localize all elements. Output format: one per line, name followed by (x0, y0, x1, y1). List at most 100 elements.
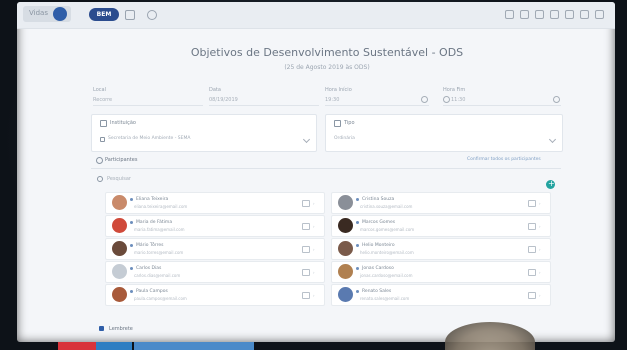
hora-inicio-underline (325, 105, 429, 106)
participant-card[interactable]: Eliana Teixeira eliana.teixeira@email.com… (105, 192, 325, 214)
hora-fim-field[interactable]: 11:30 (451, 97, 465, 103)
edit-icon[interactable] (528, 292, 536, 299)
checkbox-icon[interactable] (100, 137, 105, 142)
chevron-right-icon[interactable]: › (539, 201, 541, 206)
status-dot (130, 198, 133, 201)
clock-icon[interactable] (421, 96, 428, 103)
chevron-down-icon[interactable] (548, 135, 557, 144)
hora-inicio-field[interactable]: 19:30 (325, 97, 339, 103)
menu-icon[interactable] (595, 10, 604, 19)
chat-icon[interactable] (535, 10, 544, 19)
participant-card[interactable]: Mário Tôrres mario.torres@email.com › (105, 238, 325, 260)
search-input[interactable]: Pesquisar (107, 176, 131, 182)
avatar (338, 264, 353, 279)
edit-icon[interactable] (528, 200, 536, 207)
divider (91, 168, 561, 169)
chevron-right-icon[interactable]: › (539, 224, 541, 229)
edit-icon[interactable] (302, 246, 310, 253)
participant-card[interactable]: Maria de Fátima maria.fatima@email.com › (105, 215, 325, 237)
chevron-right-icon[interactable]: › (313, 247, 315, 252)
participantes-label: Participantes (105, 157, 138, 163)
avatar (338, 218, 353, 233)
brand-badge[interactable]: BEM (89, 8, 119, 21)
edit-icon[interactable] (302, 223, 310, 230)
calendar-icon[interactable] (520, 10, 529, 19)
participant-email: helio.monteiro@email.com (360, 250, 414, 255)
instituicao-panel: Instituição Secretaria de Meio Ambiente … (91, 114, 317, 152)
participant-email: eliana.teixeira@email.com (134, 204, 188, 209)
search-icon[interactable] (147, 10, 157, 20)
participant-name: Renato Sales (362, 289, 392, 294)
tag-icon (334, 120, 341, 127)
chevron-right-icon[interactable]: › (539, 293, 541, 298)
participant-email: marcos.gomes@email.com (360, 227, 415, 232)
clock-icon[interactable] (553, 96, 560, 103)
status-dot (130, 267, 133, 270)
participant-name: Eliana Teixeira (136, 197, 169, 202)
chevron-down-icon[interactable] (302, 135, 311, 144)
instituicao-select[interactable]: Secretaria de Meio Ambiente - SEMA (108, 136, 190, 141)
chevron-right-icon[interactable]: › (313, 270, 315, 275)
participant-name: Carlos Dias (136, 266, 162, 271)
add-participant-button[interactable] (546, 179, 555, 189)
checkbox-icon[interactable] (99, 326, 104, 331)
instituicao-label: Instituição (110, 120, 136, 126)
tipo-panel: Tipo Ordinária (325, 114, 563, 152)
settings-icon[interactable] (505, 10, 514, 19)
data-label: Data (209, 87, 221, 93)
participant-card[interactable]: Paula Campos paula.campos@email.com › (105, 284, 325, 306)
participant-name: Helio Monteiro (362, 243, 395, 248)
bell-icon[interactable] (565, 10, 574, 19)
hora-fim-label: Hora Fim (443, 87, 466, 93)
local-field[interactable]: Recorre (93, 97, 112, 103)
color-strip-red (58, 342, 96, 350)
participant-card[interactable]: Carlos Dias carlos.dias@email.com › (105, 261, 325, 283)
participant-card[interactable]: Helio Monteiro helio.monteiro@email.com › (331, 238, 551, 260)
participant-email: mario.torres@email.com (134, 250, 184, 255)
edit-icon[interactable] (528, 223, 536, 230)
search-icon (97, 176, 103, 182)
chevron-right-icon[interactable]: › (313, 293, 315, 298)
grid-icon[interactable] (125, 10, 135, 20)
page-title: Objetivos de Desenvolvimento Sustentável… (190, 46, 464, 59)
lembrete-label: Lembrete (109, 326, 133, 332)
participant-card[interactable]: Cristina Souza cristina.souza@email.com › (331, 192, 551, 214)
status-dot (356, 244, 359, 247)
participant-name: Mário Tôrres (136, 243, 164, 248)
participant-name: Marcos Gomes (362, 220, 396, 225)
edit-icon[interactable] (302, 200, 310, 207)
participant-card[interactable]: Jonas Cardoso jonas.cardoso@email.com › (331, 261, 551, 283)
tipo-select[interactable]: Ordinária (334, 136, 355, 141)
top-bar: Vidas BEM (17, 2, 615, 29)
edit-icon[interactable] (302, 269, 310, 276)
avatar (112, 218, 127, 233)
photo-stage: Vidas BEM Objetivos de Desenvolvimento S… (0, 0, 627, 350)
avatar (338, 287, 353, 302)
avatar (338, 241, 353, 256)
chevron-right-icon[interactable]: › (313, 201, 315, 206)
participant-email: maria.fatima@email.com (134, 227, 185, 232)
confirm-all-link[interactable]: Confirmar todos os participantes (467, 157, 541, 162)
status-dot (356, 267, 359, 270)
local-label: Local (93, 87, 106, 93)
participant-card[interactable]: Marcos Gomes marcos.gomes@email.com › (331, 215, 551, 237)
participant-email: cristina.souza@email.com (360, 204, 413, 209)
building-icon (100, 120, 107, 127)
edit-icon[interactable] (528, 246, 536, 253)
participant-card[interactable]: Renato Sales renato.sales@email.com › (331, 284, 551, 306)
status-dot (356, 290, 359, 293)
document-icon[interactable] (550, 10, 559, 19)
edit-icon[interactable] (302, 292, 310, 299)
local-underline (93, 105, 203, 106)
chevron-right-icon[interactable]: › (313, 224, 315, 229)
avatar (112, 264, 127, 279)
chevron-right-icon[interactable]: › (539, 247, 541, 252)
app-logo[interactable]: Vidas (23, 6, 71, 22)
user-icon[interactable] (580, 10, 589, 19)
tipo-label: Tipo (344, 120, 355, 126)
meeting-form: Objetivos de Desenvolvimento Sustentável… (87, 32, 567, 342)
participant-name: Cristina Souza (362, 197, 395, 202)
data-field[interactable]: 08/19/2019 (209, 97, 238, 103)
edit-icon[interactable] (528, 269, 536, 276)
chevron-right-icon[interactable]: › (539, 270, 541, 275)
